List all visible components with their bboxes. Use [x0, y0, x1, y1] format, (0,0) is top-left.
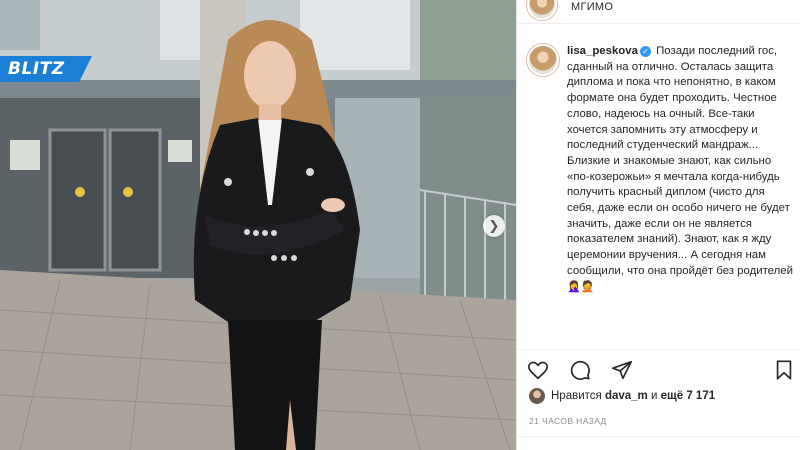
likes-line: Нравится dava_m и ещё 7 171	[529, 388, 715, 404]
header-avatar[interactable]	[527, 0, 557, 20]
comment-icon[interactable]	[569, 359, 591, 381]
post-header: МГИМО	[517, 0, 800, 24]
post-side-panel: МГИМО lisa_peskova ✓ Позади последний гос…	[516, 0, 800, 450]
bookmark-icon[interactable]	[773, 359, 795, 381]
caption-username[interactable]: lisa_peskova	[567, 45, 638, 57]
likes-count[interactable]: ещё 7 171	[661, 390, 715, 402]
blitz-watermark: BLITZ	[0, 56, 92, 82]
likes-joiner: и	[651, 390, 658, 402]
caption-avatar[interactable]	[527, 44, 559, 76]
share-icon[interactable]	[611, 359, 633, 381]
likes-prefix: Нравится	[551, 390, 602, 402]
caption-block: lisa_peskova ✓ Позади последний гос, сдан…	[527, 44, 797, 295]
heart-icon[interactable]	[527, 359, 549, 381]
watermark-text: BLITZ	[8, 59, 65, 79]
post-photo[interactable]: BLITZ ❯	[0, 0, 516, 450]
post-timestamp[interactable]: 21 ЧАСОВ НАЗАД	[529, 416, 607, 426]
next-photo-button[interactable]: ❯	[483, 215, 505, 237]
post-location[interactable]: МГИМО	[571, 1, 613, 13]
divider	[517, 349, 800, 350]
verified-badge-icon: ✓	[639, 46, 651, 57]
action-bar	[527, 358, 795, 382]
caption-body: Позади последний гос, сданный на отлично…	[567, 45, 793, 277]
caption-emoji: 🤦‍♀️🤦	[567, 280, 595, 293]
divider	[517, 436, 800, 437]
chevron-right-icon: ❯	[488, 218, 500, 233]
caption-text-block: lisa_peskova ✓ Позади последний гос, сдан…	[567, 44, 795, 295]
liker-avatar[interactable]	[529, 388, 545, 404]
liker-username[interactable]: dava_m	[605, 390, 648, 402]
